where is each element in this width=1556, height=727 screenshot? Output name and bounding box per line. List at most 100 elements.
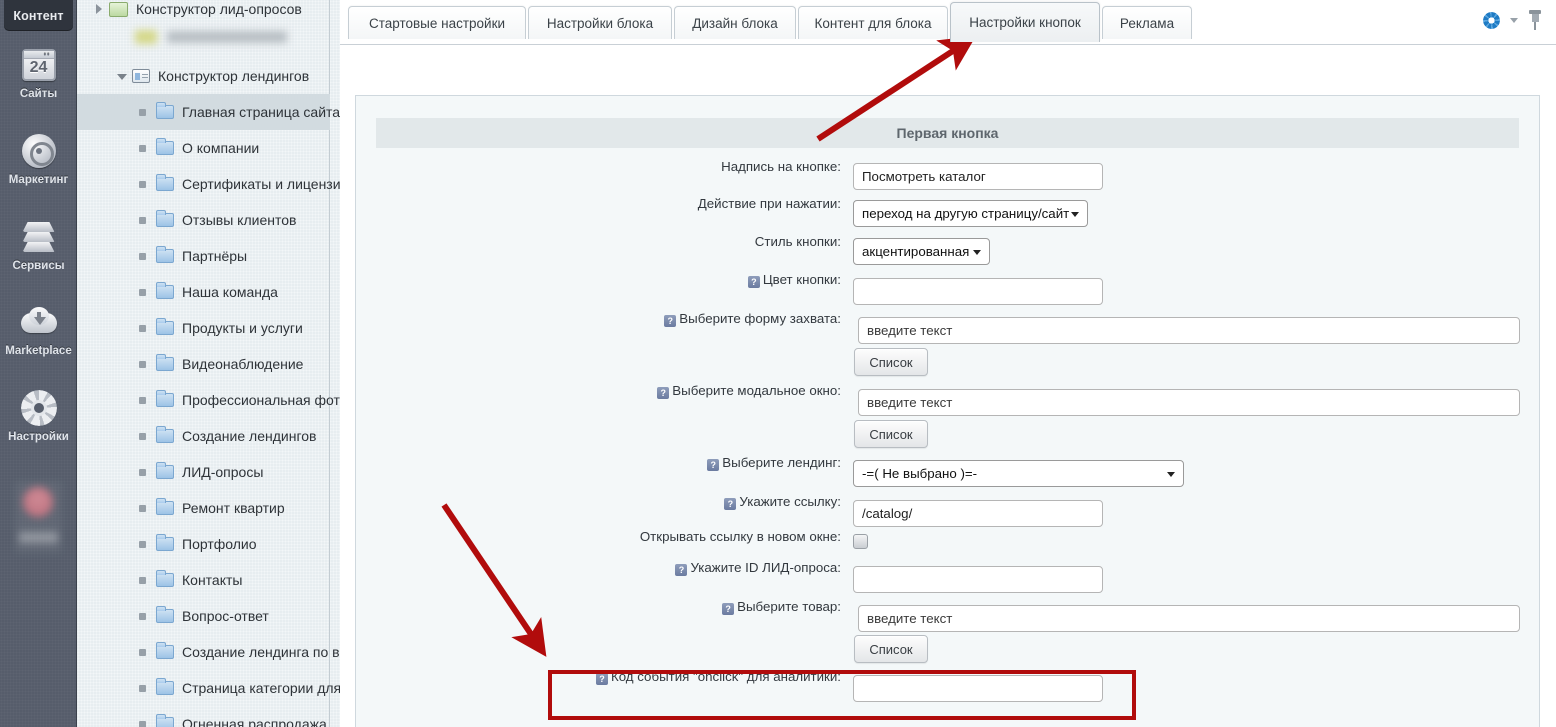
toolbar-icons — [1483, 10, 1542, 30]
tree-item-lead-survey-constructor[interactable]: Конструктор лид-опросов — [77, 0, 330, 27]
help-icon[interactable]: ? — [657, 387, 670, 399]
button-color-input[interactable] — [853, 278, 1103, 305]
gear-icon[interactable] — [1483, 11, 1500, 29]
tree-item[interactable]: Ремонт квартир — [77, 490, 330, 526]
tab-label: Реклама — [1119, 15, 1175, 31]
tree-item[interactable]: Создание лендинга по в — [77, 634, 340, 670]
tree-item-label: Отзывы клиентов — [182, 212, 297, 228]
tree-item-label: О компании — [182, 140, 260, 156]
chevron-down-icon[interactable] — [115, 69, 129, 83]
rail-content-tab[interactable]: Контент — [4, 0, 73, 31]
tree-item[interactable]: Огненная распродажа — [77, 706, 330, 727]
tree-item[interactable]: Контакты — [77, 562, 330, 598]
help-icon[interactable]: ? — [664, 315, 677, 327]
product-input[interactable] — [858, 605, 1520, 632]
pin-icon[interactable] — [1528, 10, 1542, 30]
tab-5[interactable]: Реклама — [1102, 6, 1192, 39]
row-label: ? Код события "onclick" для аналитики: — [595, 669, 841, 685]
app-root: Контент •• 24 Сайты Маркетинг Сервисы Mar… — [0, 0, 1556, 727]
folder-icon — [156, 354, 174, 371]
tab-4[interactable]: Настройки кнопок — [950, 2, 1100, 42]
chevron-down-icon[interactable] — [1510, 17, 1518, 23]
landing-select[interactable]: -=( Не выбрано )=- — [853, 460, 1184, 487]
rail-item-marketplace[interactable]: Marketplace — [0, 303, 77, 357]
row-label: Надпись на кнопке: — [721, 158, 841, 174]
button-style-select[interactable]: акцентированная — [853, 238, 990, 265]
tree-item[interactable]: Страница категории для — [77, 670, 340, 706]
help-icon[interactable]: ? — [675, 564, 688, 576]
avatar[interactable] — [15, 481, 62, 553]
tree-item[interactable]: О компании — [77, 130, 330, 166]
modal-window-input[interactable] — [858, 389, 1520, 416]
tree-item[interactable]: Видеонаблюдение — [77, 346, 330, 382]
bullet-icon — [139, 648, 146, 656]
row-label: ? Укажите ID ЛИД-опроса: — [675, 560, 841, 576]
tree-item[interactable]: Отзывы клиентов — [77, 202, 330, 238]
row-label-text: Выберите товар: — [737, 599, 841, 614]
tab-0[interactable]: Стартовые настройки — [348, 6, 526, 39]
tab-label: Стартовые настройки — [368, 15, 506, 31]
window-icon — [132, 69, 150, 83]
rail-item-services[interactable]: Сервисы — [0, 218, 77, 272]
product-list-button[interactable]: Список — [854, 635, 928, 663]
chevron-right-icon[interactable] — [92, 2, 106, 16]
bullet-icon — [139, 252, 146, 260]
tree-group-landing-constructor[interactable]: Конструктор лендингов — [77, 58, 330, 94]
rail-item-settings[interactable]: Настройки — [0, 389, 77, 443]
tree-item[interactable]: Сертификаты и лицензи — [77, 166, 340, 202]
folder-icon — [156, 318, 174, 335]
help-icon[interactable]: ? — [707, 459, 720, 471]
tree-item-label: Создание лендинга по в — [182, 644, 340, 660]
button-caption-input[interactable] — [853, 163, 1103, 190]
row-label-text: Укажите ссылку: — [739, 494, 841, 509]
tree-item-label: Портфолио — [182, 536, 257, 552]
tree-item[interactable]: Портфолио — [77, 526, 330, 562]
capture-form-list-button[interactable]: Список — [854, 348, 928, 376]
tree-item[interactable]: Создание лендингов — [77, 418, 330, 454]
tab-1[interactable]: Настройки блока — [528, 6, 672, 39]
tree-item-label: Вопрос-ответ — [182, 608, 269, 624]
help-icon[interactable]: ? — [595, 673, 608, 685]
tree-item-label: Создание лендингов — [182, 428, 317, 444]
bullet-icon — [139, 288, 146, 296]
target-icon — [20, 132, 58, 170]
help-icon[interactable]: ? — [722, 603, 735, 615]
rail-item-label: Marketplace — [5, 345, 72, 357]
onclick-code-input[interactable] — [853, 675, 1103, 702]
row-label: Открывать ссылку в новом окне: — [639, 528, 841, 544]
link-input[interactable] — [853, 500, 1103, 527]
tree-item[interactable]: Главная страница сайта — [77, 94, 340, 130]
tree-item-label: Сертификаты и лицензи — [182, 176, 340, 192]
green-window-icon — [109, 1, 128, 17]
calendar-24-icon: •• 24 — [20, 46, 58, 84]
help-icon[interactable]: ? — [724, 498, 737, 510]
tree-item[interactable]: ЛИД-опросы — [77, 454, 330, 490]
click-action-select[interactable]: переход на другую страницу/сайт — [853, 200, 1088, 227]
rail-item-sites[interactable]: •• 24 Сайты — [0, 46, 77, 100]
tree-item-label: Конструктор лид-опросов — [136, 1, 302, 17]
tab-3[interactable]: Контент для блока — [798, 6, 948, 39]
tree-item-label: Главная страница сайта — [182, 104, 340, 120]
folder-icon — [156, 678, 174, 695]
row-label: ? Выберите модальное окно: — [657, 383, 841, 399]
tab-2[interactable]: Дизайн блока — [674, 6, 796, 39]
new-window-checkbox[interactable] — [853, 534, 868, 549]
tree-item[interactable]: Продукты и услуги — [77, 310, 330, 346]
tree-group-label: Конструктор лендингов — [158, 68, 310, 84]
bullet-icon — [139, 396, 146, 404]
lead-survey-id-input[interactable] — [853, 566, 1103, 593]
bullet-icon — [139, 468, 146, 476]
tree-item[interactable]: Вопрос-ответ — [77, 598, 330, 634]
row-label-text: Укажите ID ЛИД-опроса: — [690, 560, 841, 575]
modal-window-list-button[interactable]: Список — [854, 420, 928, 448]
tree-item[interactable]: Партнёры — [77, 238, 330, 274]
tree-item[interactable]: Наша команда — [77, 274, 330, 310]
folder-icon — [156, 138, 174, 155]
tree-item[interactable]: Профессиональная фот — [77, 382, 340, 418]
rail-item-marketing[interactable]: Маркетинг — [0, 132, 77, 186]
capture-form-input[interactable] — [858, 317, 1520, 344]
tab-label: Дизайн блока — [692, 15, 778, 31]
bullet-icon — [139, 324, 146, 332]
help-icon[interactable]: ? — [747, 276, 760, 288]
folder-icon — [156, 462, 174, 479]
